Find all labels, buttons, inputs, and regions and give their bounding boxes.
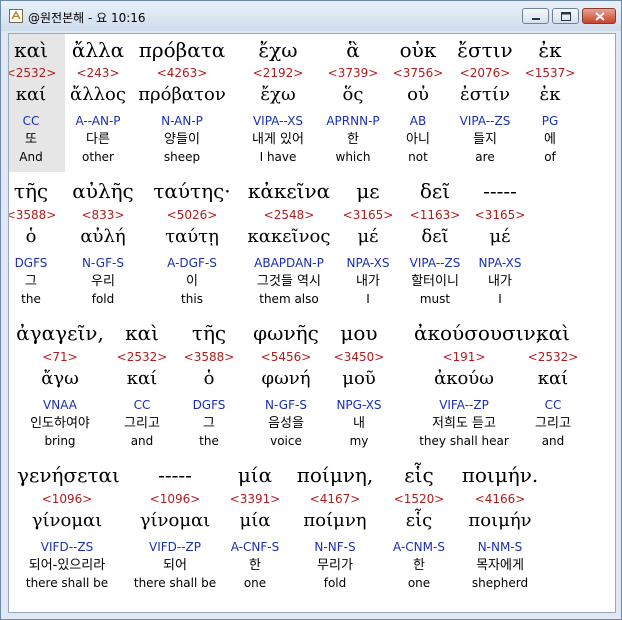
english-gloss: fold bbox=[91, 292, 115, 306]
korean-gloss: 에 bbox=[544, 132, 556, 147]
parsing-code: VIFA--ZP bbox=[439, 398, 489, 412]
greek-word: ----- bbox=[483, 179, 517, 203]
greek-word: μου bbox=[340, 321, 378, 345]
strong-number: <2532> bbox=[527, 350, 579, 364]
parsing-code: N-NM-S bbox=[477, 540, 523, 554]
app-window: @원전본해 - 요 10:16 καὶ <2532> καί CC 또 And … bbox=[0, 0, 622, 620]
parsing-code: NPA-XS bbox=[478, 256, 522, 270]
parsing-code: CC bbox=[544, 398, 562, 412]
korean-gloss: 양들이 bbox=[164, 132, 200, 147]
greek-word: γενήσεται bbox=[17, 463, 120, 487]
interlinear-view[interactable]: καὶ <2532> καί CC 또 And ἄλλα <243> ἄλλος… bbox=[8, 33, 616, 613]
parsing-code: N-GF-S bbox=[82, 256, 124, 270]
english-gloss: sheep bbox=[163, 150, 201, 164]
close-icon bbox=[595, 12, 605, 21]
english-gloss: there shall be bbox=[25, 576, 109, 590]
strong-number: <3165> bbox=[474, 208, 526, 222]
parsing-code: VIFD--ZS bbox=[40, 540, 94, 554]
strong-number: <1096> bbox=[41, 492, 93, 506]
minimize-button[interactable] bbox=[522, 8, 549, 24]
lemma: ἀκούω bbox=[434, 368, 494, 389]
strong-number: <1537> bbox=[524, 66, 576, 80]
korean-gloss: 우리 bbox=[91, 274, 115, 289]
parsing-code: PG bbox=[541, 114, 559, 128]
lemma: μοῦ bbox=[342, 368, 376, 389]
lemma: γίνομαι bbox=[31, 510, 103, 531]
greek-word: ταύτης· bbox=[153, 179, 231, 203]
close-button[interactable] bbox=[582, 8, 616, 24]
parsing-code: A-DGF-S bbox=[167, 256, 217, 270]
korean-gloss: 내 bbox=[353, 416, 365, 431]
english-gloss: my bbox=[349, 434, 369, 448]
greek-word: αὐλῆς bbox=[72, 179, 134, 203]
korean-gloss: 목자에게 bbox=[476, 558, 524, 573]
maximize-button[interactable] bbox=[552, 8, 579, 24]
maximize-icon bbox=[561, 12, 571, 21]
greek-word: ποιμήν. bbox=[461, 463, 539, 487]
strong-number: <833> bbox=[81, 208, 125, 222]
parsing-code: NPG-XS bbox=[336, 398, 382, 412]
lemma: καί bbox=[537, 368, 569, 389]
lemma: αὐλή bbox=[80, 226, 126, 247]
greek-word: καὶ bbox=[536, 321, 570, 345]
parsing-code: N-AN-P bbox=[161, 114, 203, 128]
english-gloss: I bbox=[498, 292, 502, 306]
english-gloss: this bbox=[181, 292, 203, 306]
korean-gloss: 이 bbox=[186, 274, 198, 289]
strong-number: <4263> bbox=[156, 66, 208, 80]
window-title: @원전본해 - 요 10:16 bbox=[28, 11, 146, 25]
lemma: ταύτῃ bbox=[165, 226, 219, 247]
korean-gloss: 저희도 듣고 bbox=[432, 416, 496, 431]
greek-word: πρόβατα bbox=[138, 38, 226, 62]
english-gloss: and bbox=[541, 434, 565, 448]
lemma: πρόβατον bbox=[138, 84, 226, 105]
lemma: ἐκ bbox=[539, 84, 561, 105]
korean-gloss: 되어-있으리라 bbox=[28, 558, 106, 573]
korean-gloss: 그리고 bbox=[535, 416, 571, 431]
greek-word: ἀκούσουσιν, bbox=[414, 321, 543, 345]
title-bar[interactable]: @원전본해 - 요 10:16 bbox=[1, 1, 621, 31]
korean-gloss: 내가 bbox=[488, 274, 512, 289]
lemma: ποιμήν bbox=[468, 510, 532, 531]
strong-number: <4166> bbox=[474, 492, 526, 506]
minimize-icon bbox=[532, 18, 540, 20]
strong-number: <3450> bbox=[333, 350, 385, 364]
greek-word: ἐκ bbox=[538, 38, 562, 62]
app-icon bbox=[9, 9, 23, 23]
english-gloss: of bbox=[544, 150, 556, 164]
english-gloss: shepherd bbox=[471, 576, 529, 590]
english-gloss: they shall hear bbox=[419, 434, 509, 448]
strong-number: <5026> bbox=[166, 208, 218, 222]
strong-number: <191> bbox=[442, 350, 486, 364]
lemma: μέ bbox=[489, 226, 511, 247]
